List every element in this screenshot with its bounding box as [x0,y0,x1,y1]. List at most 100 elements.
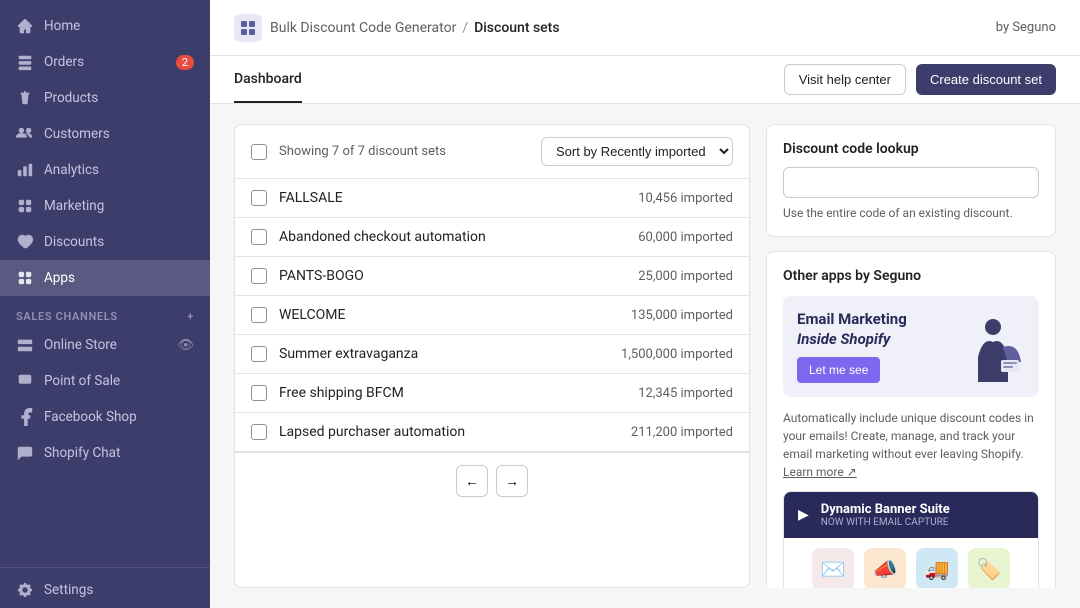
breadcrumb-current: Discount sets [474,20,559,36]
sidebar-item-orders[interactable]: Orders 2 [0,44,210,80]
main-content: Bulk Discount Code Generator / Discount … [210,0,1080,608]
orders-badge: 2 [176,55,194,70]
banner-icon-discount: 🏷️ [968,548,1010,588]
table-row[interactable]: FALLSALE 10,456 imported [235,179,749,218]
sidebar-item-home-label: Home [44,18,80,34]
next-page-btn[interactable]: → [496,465,528,497]
sidebar-item-marketing-label: Marketing [44,198,104,214]
sidebar-item-home[interactable]: Home [0,8,210,44]
other-apps-title: Other apps by Seguno [783,268,1039,284]
banner-icon-email: ✉️ [812,548,854,588]
table-row[interactable]: Lapsed purchaser automation 211,200 impo… [235,413,749,452]
add-channel-btn[interactable]: + [187,311,194,322]
content-area: Showing 7 of 7 discount sets Sort by Rec… [210,104,1080,608]
banner-promo-title: Dynamic Banner Suite [821,502,1024,517]
sales-channels-section: SALES CHANNELS + [0,296,210,327]
pagination: ← → [235,452,749,509]
discount-count: 211,200 imported [631,425,733,440]
discount-name: WELCOME [279,307,619,323]
sidebar-item-chat-label: Shopify Chat [44,445,120,461]
discount-name: Abandoned checkout automation [279,229,626,245]
showing-text: Showing 7 of 7 discount sets [279,144,446,159]
breadcrumb: Bulk Discount Code Generator / Discount … [270,20,560,36]
discount-count: 135,000 imported [631,308,733,323]
right-sidebar: Discount code lookup Use the entire code… [766,124,1056,588]
sidebar-item-products-label: Products [44,90,98,106]
sidebar-item-analytics[interactable]: Analytics [0,152,210,188]
sidebar-bottom: Settings [0,567,210,608]
table-row[interactable]: PANTS-BOGO 25,000 imported [235,257,749,296]
subheader-actions: Visit help center Create discount set [784,64,1056,95]
create-discount-btn[interactable]: Create discount set [916,64,1056,95]
lookup-card: Discount code lookup Use the entire code… [766,124,1056,237]
table-row[interactable]: Summer extravaganza 1,500,000 imported [235,335,749,374]
row-checkbox[interactable] [251,385,267,401]
visibility-icon[interactable]: 👁 [177,338,194,353]
breadcrumb-link[interactable]: Bulk Discount Code Generator [270,20,456,36]
banner-subtitle: NOW WITH EMAIL CAPTURE [821,517,1024,528]
sidebar-item-settings-label: Settings [44,582,93,598]
table-row[interactable]: Abandoned checkout automation 60,000 imp… [235,218,749,257]
sidebar-item-pos[interactable]: Point of Sale [0,363,210,399]
sidebar-item-customers-label: Customers [44,126,110,142]
sidebar-item-online-store-label: Online Store [44,337,117,353]
discount-count: 25,000 imported [638,269,733,284]
sort-select[interactable]: Sort by Recently imported Sort by Name S… [541,137,733,166]
lookup-input[interactable] [783,167,1039,198]
lookup-title: Discount code lookup [783,141,1039,157]
sidebar-item-settings[interactable]: Settings [0,572,210,608]
visit-help-btn[interactable]: Visit help center [784,64,906,95]
discount-name: Free shipping BFCM [279,385,626,401]
sidebar-item-facebook[interactable]: Facebook Shop [0,399,210,435]
discount-name: Summer extravaganza [279,346,609,362]
sidebar-item-discounts-label: Discounts [44,234,104,250]
sidebar-item-apps-label: Apps [44,270,75,286]
discount-count: 12,345 imported [638,386,733,401]
discount-name: Lapsed purchaser automation [279,424,619,440]
row-checkbox[interactable] [251,229,267,245]
sidebar-item-orders-label: Orders [44,54,84,70]
sidebar-item-marketing[interactable]: Marketing [0,188,210,224]
banner-title-badge: ▶ [798,507,809,523]
other-apps-card: Other apps by Seguno Email Marketing Ins… [766,251,1056,588]
email-promo-illustration [960,310,1025,383]
breadcrumb-separator: / [462,20,468,36]
table-header: Showing 7 of 7 discount sets Sort by Rec… [235,125,749,179]
sidebar-item-customers[interactable]: Customers [0,116,210,152]
row-checkbox[interactable] [251,307,267,323]
subheader: Dashboard Visit help center Create disco… [210,56,1080,104]
email-promo-description: Automatically include unique discount co… [783,409,1039,481]
banner-promo-card[interactable]: ▶ Dynamic Banner Suite NOW WITH EMAIL CA… [783,491,1039,588]
email-promo-text: Email Marketing Inside Shopify Let me se… [797,310,950,383]
sidebar-item-shopify-chat[interactable]: Shopify Chat [0,435,210,471]
sidebar-item-discounts[interactable]: Discounts [0,224,210,260]
sidebar-item-online-store[interactable]: Online Store 👁 [0,327,210,363]
email-promo-title: Email Marketing Inside Shopify [797,310,950,349]
banner-icon-announce: 📣 [864,548,906,588]
table-row[interactable]: Free shipping BFCM 12,345 imported [235,374,749,413]
discount-name: PANTS-BOGO [279,268,626,284]
banner-icons-row: ✉️ 📣 🚚 🏷️ [784,538,1038,588]
topbar: Bulk Discount Code Generator / Discount … [210,0,1080,56]
sidebar-item-apps[interactable]: Apps [0,260,210,296]
row-checkbox[interactable] [251,424,267,440]
select-all-checkbox[interactable] [251,144,267,160]
email-promo-card[interactable]: Email Marketing Inside Shopify Let me se… [783,296,1039,397]
lookup-hint: Use the entire code of an existing disco… [783,206,1039,220]
by-seguno-text: by Seguno [996,20,1056,35]
banner-promo-header: ▶ Dynamic Banner Suite NOW WITH EMAIL CA… [784,492,1038,538]
email-promo-btn[interactable]: Let me see [797,357,880,383]
row-checkbox[interactable] [251,190,267,206]
email-learn-more[interactable]: Learn more ↗ [783,465,857,479]
row-checkbox[interactable] [251,268,267,284]
discount-count: 1,500,000 imported [621,347,733,362]
sidebar-item-facebook-label: Facebook Shop [44,409,137,425]
sidebar-item-pos-label: Point of Sale [44,373,120,389]
sidebar-item-products[interactable]: Products [0,80,210,116]
row-checkbox[interactable] [251,346,267,362]
tab-dashboard[interactable]: Dashboard [234,57,302,103]
table-row[interactable]: WELCOME 135,000 imported [235,296,749,335]
prev-page-btn[interactable]: ← [456,465,488,497]
discount-count: 10,456 imported [638,191,733,206]
discount-table-panel: Showing 7 of 7 discount sets Sort by Rec… [234,124,750,588]
